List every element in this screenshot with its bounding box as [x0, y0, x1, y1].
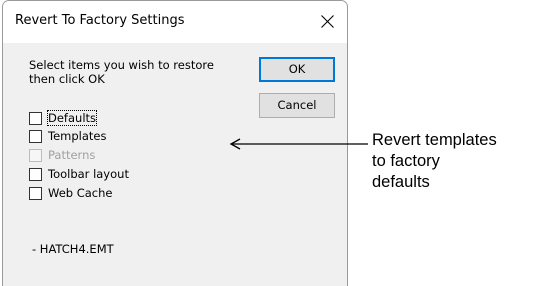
callout-text: Revert templates to factory defaults	[372, 131, 497, 191]
checkbox-box[interactable]	[29, 112, 42, 125]
checkbox-label: Toolbar layout	[48, 167, 129, 181]
ok-button[interactable]: OK	[259, 57, 335, 82]
checkbox-box[interactable]	[29, 130, 42, 143]
page: Revert To Factory Settings Select items …	[0, 0, 538, 286]
filename-label: - HATCH4.EMT	[32, 242, 114, 256]
checkbox-label: Defaults	[46, 110, 98, 126]
checkbox-label: Web Cache	[48, 186, 113, 200]
left-arrow-icon	[229, 138, 368, 150]
cancel-button[interactable]: Cancel	[259, 93, 335, 118]
checkbox-box[interactable]	[29, 187, 42, 200]
checkbox-label: Patterns	[48, 148, 96, 162]
checkbox-box[interactable]	[29, 168, 42, 181]
close-button[interactable]	[307, 1, 347, 43]
checkbox-box	[29, 149, 42, 162]
checkbox-label: Templates	[48, 129, 107, 143]
close-icon	[321, 15, 334, 28]
dialog-title: Revert To Factory Settings	[15, 13, 185, 28]
dialog-titlebar: Revert To Factory Settings	[3, 1, 347, 43]
instruction-text: Select items you wish to restore then cl…	[29, 58, 214, 86]
